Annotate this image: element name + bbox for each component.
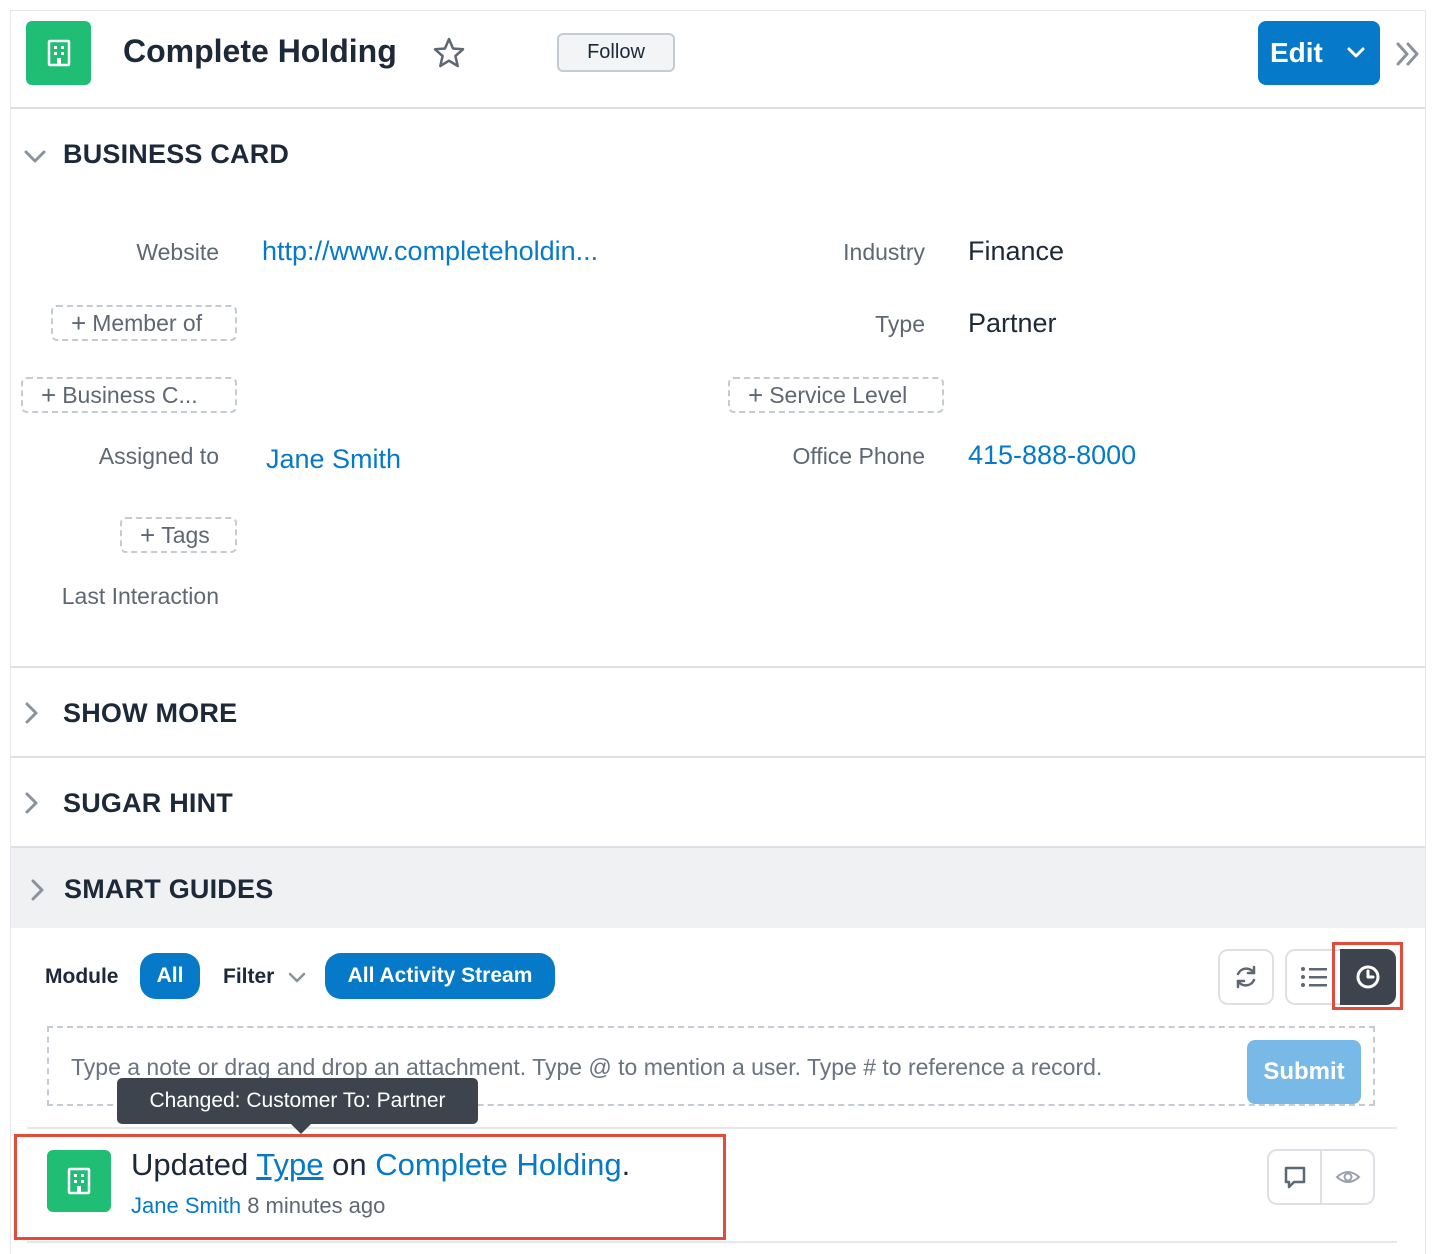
refresh-icon (1236, 965, 1256, 989)
list-icon (1301, 967, 1327, 987)
plus-icon: + (41, 379, 57, 410)
preview-button[interactable] (1322, 1151, 1373, 1203)
smart-guides-section[interactable]: SMART GUIDES (11, 848, 1425, 928)
star-icon[interactable] (431, 35, 467, 71)
industry-value: Finance (968, 236, 1065, 266)
chevron-down-icon[interactable] (287, 971, 307, 985)
chevron-right-icon[interactable] (29, 878, 47, 902)
comment-icon (1284, 1166, 1305, 1189)
chevron-right-icon[interactable] (23, 791, 41, 815)
assigned-to-link[interactable]: Jane Smith (266, 444, 401, 475)
section-label: SUGAR HINT (63, 788, 233, 818)
building-icon (26, 21, 91, 85)
module-label: Module (45, 965, 119, 988)
section-label: SMART GUIDES (64, 874, 274, 904)
change-tooltip: Changed: Customer To: Partner (117, 1078, 478, 1134)
type-label: Type (875, 311, 925, 337)
submit-button[interactable]: Submit (1247, 1040, 1361, 1104)
plus-icon: + (71, 307, 87, 338)
filter-label: Filter (223, 965, 275, 988)
section-label: BUSINESS CARD (63, 139, 290, 169)
divider (27, 1241, 1397, 1243)
comment-button[interactable] (1269, 1151, 1322, 1203)
edit-button-label: Edit (1270, 37, 1323, 68)
website-link[interactable]: http://www.completeholdin... (262, 236, 598, 267)
highlight-box (14, 1134, 726, 1240)
add-tags-button[interactable]: + Tags (120, 517, 237, 553)
office-phone-label: Office Phone (792, 443, 925, 469)
filter-select[interactable]: All Activity Stream (325, 953, 555, 999)
tags-label: Tags (161, 521, 210, 548)
industry-label: Industry (843, 239, 925, 265)
chevron-right-icon[interactable] (23, 701, 41, 725)
assigned-to-label: Assigned to (98, 443, 219, 469)
add-member-of-button[interactable]: + Member of (51, 305, 237, 341)
business-center-label: Business C... (62, 381, 198, 408)
module-select[interactable]: All (140, 953, 200, 999)
eye-icon (1335, 1171, 1360, 1183)
add-business-center-button[interactable]: + Business C... (21, 377, 237, 413)
service-level-label: Service Level (769, 381, 908, 408)
record-view: Complete Holding Follow Edit BUSINESS CA… (10, 10, 1426, 1254)
record-header: Complete Holding Follow Edit (11, 11, 1425, 109)
plus-icon: + (748, 379, 764, 410)
refresh-button[interactable] (1218, 949, 1274, 1005)
chevron-down-icon[interactable] (1346, 43, 1366, 63)
record-title: Complete Holding (123, 33, 397, 69)
website-label: Website (136, 239, 219, 265)
activity-actions (1267, 1149, 1375, 1205)
chevron-down-icon[interactable] (23, 149, 47, 165)
divider (27, 1127, 1397, 1129)
double-chevron-right-icon[interactable] (1395, 41, 1421, 67)
note-placeholder[interactable]: Type a note or drag and drop an attachme… (71, 1054, 1102, 1081)
member-of-label: Member of (92, 309, 203, 336)
last-interaction-label: Last Interaction (61, 583, 219, 609)
edit-button[interactable]: Edit (1258, 21, 1380, 85)
plus-icon: + (140, 519, 156, 550)
section-label: SHOW MORE (63, 698, 238, 728)
type-value: Partner (968, 308, 1057, 338)
follow-button[interactable]: Follow (557, 33, 675, 72)
sugar-hint-section[interactable]: SUGAR HINT (11, 758, 1425, 848)
office-phone-link[interactable]: 415-888-8000 (968, 440, 1136, 471)
show-more-section[interactable]: SHOW MORE (11, 668, 1425, 758)
add-service-level-button[interactable]: + Service Level (728, 377, 944, 413)
highlight-box (1332, 942, 1403, 1010)
